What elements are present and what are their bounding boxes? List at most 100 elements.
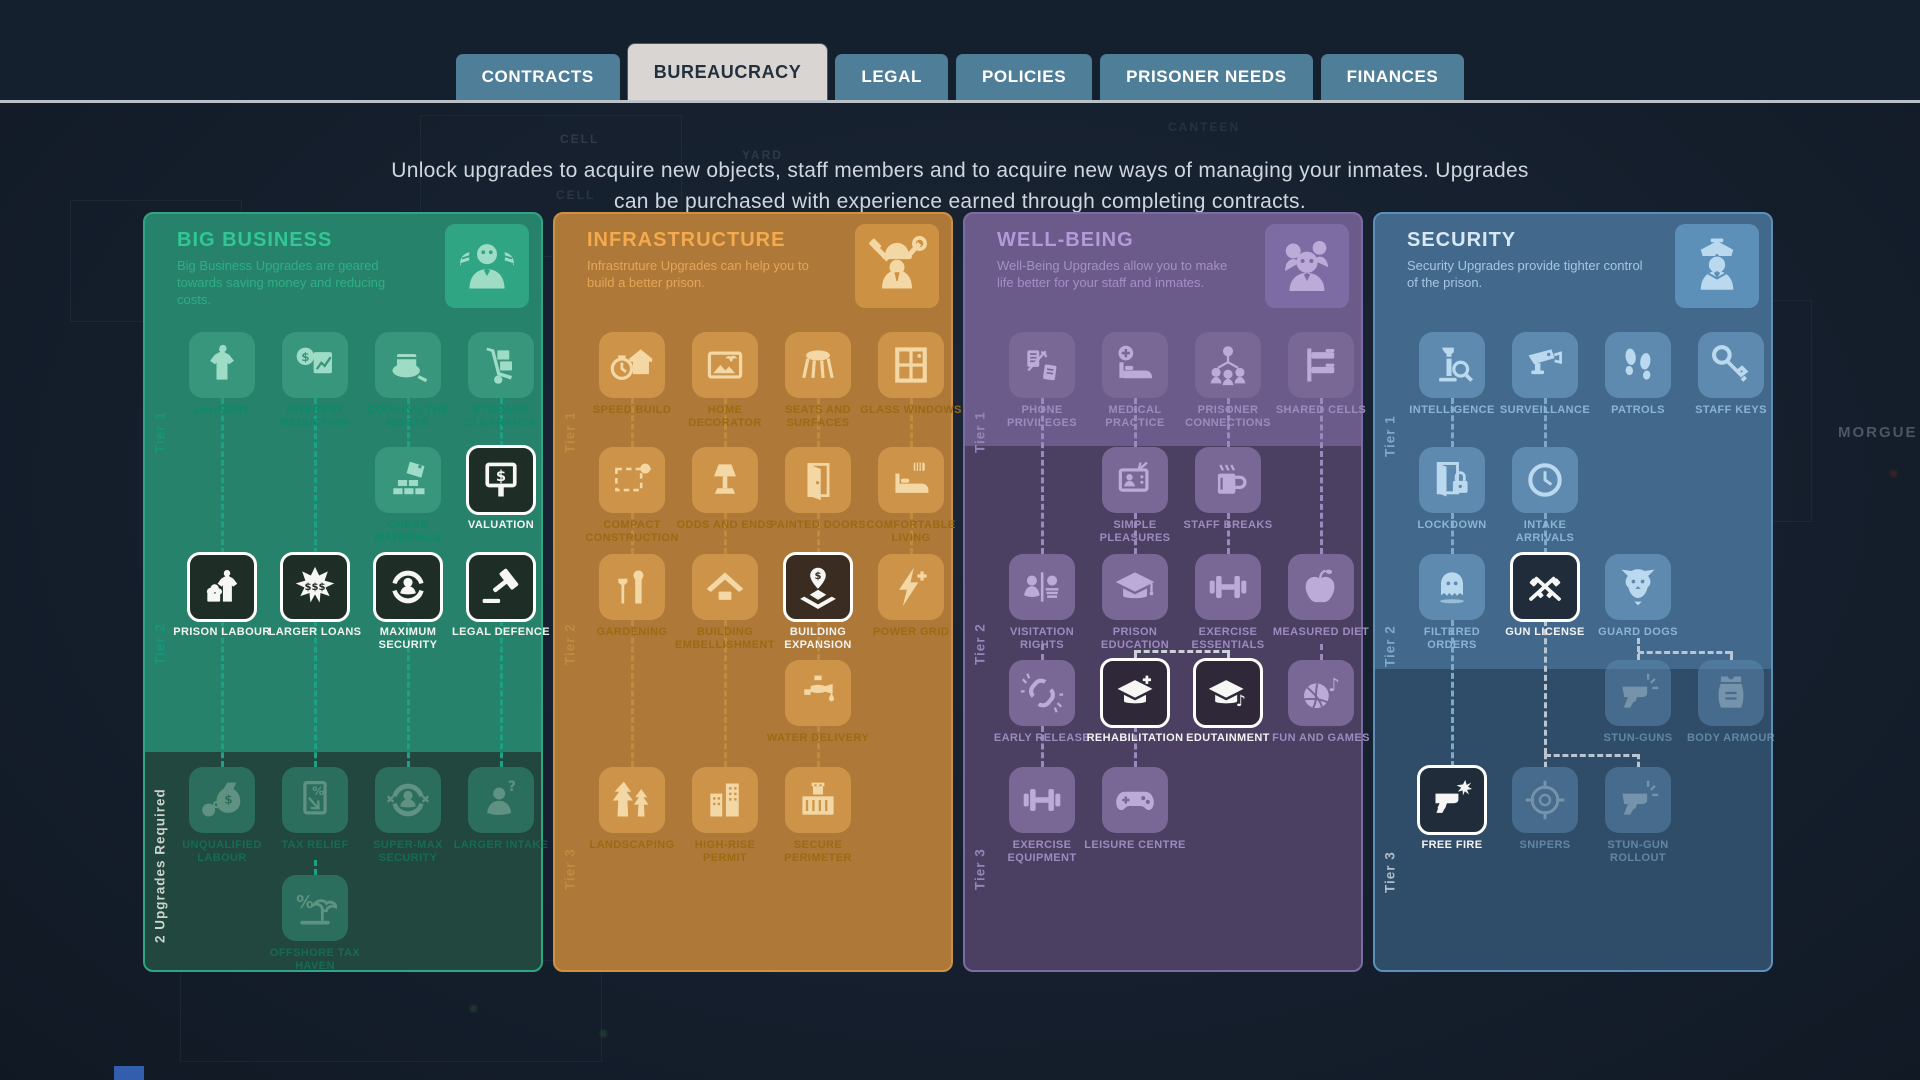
- upgrade-prison-education[interactable]: [1102, 554, 1168, 620]
- upgrade-guard-dogs[interactable]: [1605, 554, 1671, 620]
- upgrade-free-fire[interactable]: [1417, 765, 1487, 835]
- upgrade-fun-and-games[interactable]: ♪: [1288, 660, 1354, 726]
- upgrade-odds-and-ends[interactable]: [692, 447, 758, 513]
- upgrade-home-decorator[interactable]: [692, 332, 758, 398]
- upgrade-shared-cells[interactable]: [1288, 332, 1354, 398]
- dumbbell-icon: [1206, 565, 1250, 609]
- upgrade-seats-and-surfaces[interactable]: [785, 332, 851, 398]
- panel-big-business-description: Big Business Upgrades are geared towards…: [177, 257, 415, 308]
- upgrade-patrols[interactable]: [1605, 332, 1671, 398]
- upgrade-legal-defence[interactable]: [466, 552, 536, 622]
- tab-legal[interactable]: LEGAL: [835, 54, 948, 100]
- percent-palm-icon: %: [293, 886, 337, 930]
- connector-dashed: [1135, 650, 1228, 653]
- upgrade-cooking-the-books[interactable]: [375, 332, 441, 398]
- doc-percent-down-icon: %: [293, 778, 337, 822]
- upgrade-tax-relief[interactable]: %: [282, 767, 348, 833]
- upgrade-rehabilitation[interactable]: [1100, 658, 1170, 728]
- upgrade-lockdown[interactable]: [1419, 447, 1485, 513]
- upgrade-staff-breaks[interactable]: [1195, 447, 1261, 513]
- upgrade-visitation-rights[interactable]: [1009, 554, 1075, 620]
- upgrade-stun-guns[interactable]: [1605, 660, 1671, 726]
- upgrade-cheap-materials-label: CHEAP MATERIALS: [356, 519, 460, 545]
- connector-dashed: [407, 620, 410, 767]
- upgrade-offshore-tax-haven[interactable]: %: [282, 875, 348, 941]
- upgrade-body-armour-label: BODY ARMOUR: [1679, 732, 1783, 745]
- tier-label-tier-2: Tier 2: [149, 544, 171, 744]
- upgrade-prison-labour[interactable]: [187, 552, 257, 622]
- pine-trees-icon: [610, 778, 654, 822]
- upgrade-measured-diet[interactable]: [1288, 554, 1354, 620]
- upgrade-larger-loans[interactable]: $$$: [280, 552, 350, 622]
- tab-contracts[interactable]: CONTRACTS: [456, 54, 620, 100]
- upgrade-exercise-equipment[interactable]: [1009, 767, 1075, 833]
- upgrade-super-max-security[interactable]: [375, 767, 441, 833]
- phones-icon: [1020, 343, 1064, 387]
- upgrade-prisoner-connections[interactable]: [1195, 332, 1261, 398]
- upgrade-edutainment[interactable]: ♪: [1193, 658, 1263, 728]
- upgrade-intelligence[interactable]: [1419, 332, 1485, 398]
- upgrade-power-grid[interactable]: [878, 554, 944, 620]
- upgrade-gun-license[interactable]: [1510, 552, 1580, 622]
- upgrade-exercise-equipment-label: EXERCISE EQUIPMENT: [990, 839, 1094, 865]
- upgrade-snipers[interactable]: [1512, 767, 1578, 833]
- upgrade-tax-relief-label: TAX RELIEF: [263, 839, 367, 852]
- upgrade-medical-practice[interactable]: [1102, 332, 1168, 398]
- upgrade-early-release[interactable]: [1009, 660, 1075, 726]
- chef-shirt-icon: [200, 565, 244, 609]
- upgrade-compact-construction[interactable]: [599, 447, 665, 513]
- ghost-icon: [1430, 565, 1474, 609]
- upgrade-stun-gun-rollout[interactable]: [1605, 767, 1671, 833]
- connector-dashed: [817, 513, 820, 554]
- upgrade-storage-clearance[interactable]: [468, 332, 534, 398]
- upgrade-unqualified-labour[interactable]: $: [189, 767, 255, 833]
- upgrade-water-delivery[interactable]: [785, 660, 851, 726]
- upgrade-comfortable-living[interactable]: [878, 447, 944, 513]
- connector-dashed: [1227, 513, 1230, 554]
- tower-scope-icon: [1430, 343, 1474, 387]
- grad-cap-note-icon: ♪: [1206, 671, 1250, 715]
- panel-big-business-badge: [445, 224, 529, 308]
- upgrade-glass-windows[interactable]: [878, 332, 944, 398]
- ball-note-icon: ♪: [1299, 671, 1343, 715]
- upgrade-secure-perimeter[interactable]: [785, 767, 851, 833]
- upgrade-painted-doors[interactable]: [785, 447, 851, 513]
- upgrade-simple-pleasures[interactable]: [1102, 447, 1168, 513]
- tier-label-tier-2: Tier 2: [559, 544, 581, 744]
- stool-icon: [796, 343, 840, 387]
- people-network-icon: [1206, 343, 1250, 387]
- upgrade-exercise-essentials[interactable]: [1195, 554, 1261, 620]
- upgrade-surveillance[interactable]: [1512, 332, 1578, 398]
- picture-frame-icon: [703, 343, 747, 387]
- upgrade-cheap-materials[interactable]: [375, 447, 441, 513]
- upgrade-interest-reduction[interactable]: $: [282, 332, 348, 398]
- upgrade-laundry[interactable]: [189, 332, 255, 398]
- connector-dashed: [1451, 398, 1454, 447]
- svg-text:%: %: [312, 784, 324, 798]
- upgrade-filtered-orders[interactable]: [1419, 554, 1485, 620]
- upgrade-building-embellishment[interactable]: [692, 554, 758, 620]
- upgrade-speed-build[interactable]: [599, 332, 665, 398]
- upgrade-staff-keys[interactable]: [1698, 332, 1764, 398]
- upgrade-leisure-centre[interactable]: [1102, 767, 1168, 833]
- panel-well-being-badge: [1265, 224, 1349, 308]
- svg-text:♪: ♪: [1328, 675, 1340, 696]
- upgrade-building-expansion[interactable]: $: [783, 552, 853, 622]
- svg-text:$: $: [496, 468, 506, 485]
- tab-finances[interactable]: FINANCES: [1321, 54, 1465, 100]
- tab-policies[interactable]: POLICIES: [956, 54, 1092, 100]
- tab-prisoner-needs[interactable]: PRISONER NEEDS: [1100, 54, 1313, 100]
- upgrade-valuation[interactable]: $: [466, 445, 536, 515]
- upgrade-intake-arrivals[interactable]: [1512, 447, 1578, 513]
- upgrade-landscaping[interactable]: [599, 767, 665, 833]
- upgrade-high-rise-permit[interactable]: [692, 767, 758, 833]
- upgrade-maximum-security[interactable]: [373, 552, 443, 622]
- prisoner-x-icon: [386, 778, 430, 822]
- upgrade-larger-intake[interactable]: ?: [468, 767, 534, 833]
- upgrade-body-armour[interactable]: [1698, 660, 1764, 726]
- tab-bureaucracy[interactable]: BUREAUCRACY: [628, 44, 828, 100]
- upgrade-gardening[interactable]: [599, 554, 665, 620]
- upgrade-phone-privileges[interactable]: [1009, 332, 1075, 398]
- svg-text:♪: ♪: [1236, 692, 1246, 710]
- upgrade-high-rise-permit-label: HIGH-RISE PERMIT: [673, 839, 777, 865]
